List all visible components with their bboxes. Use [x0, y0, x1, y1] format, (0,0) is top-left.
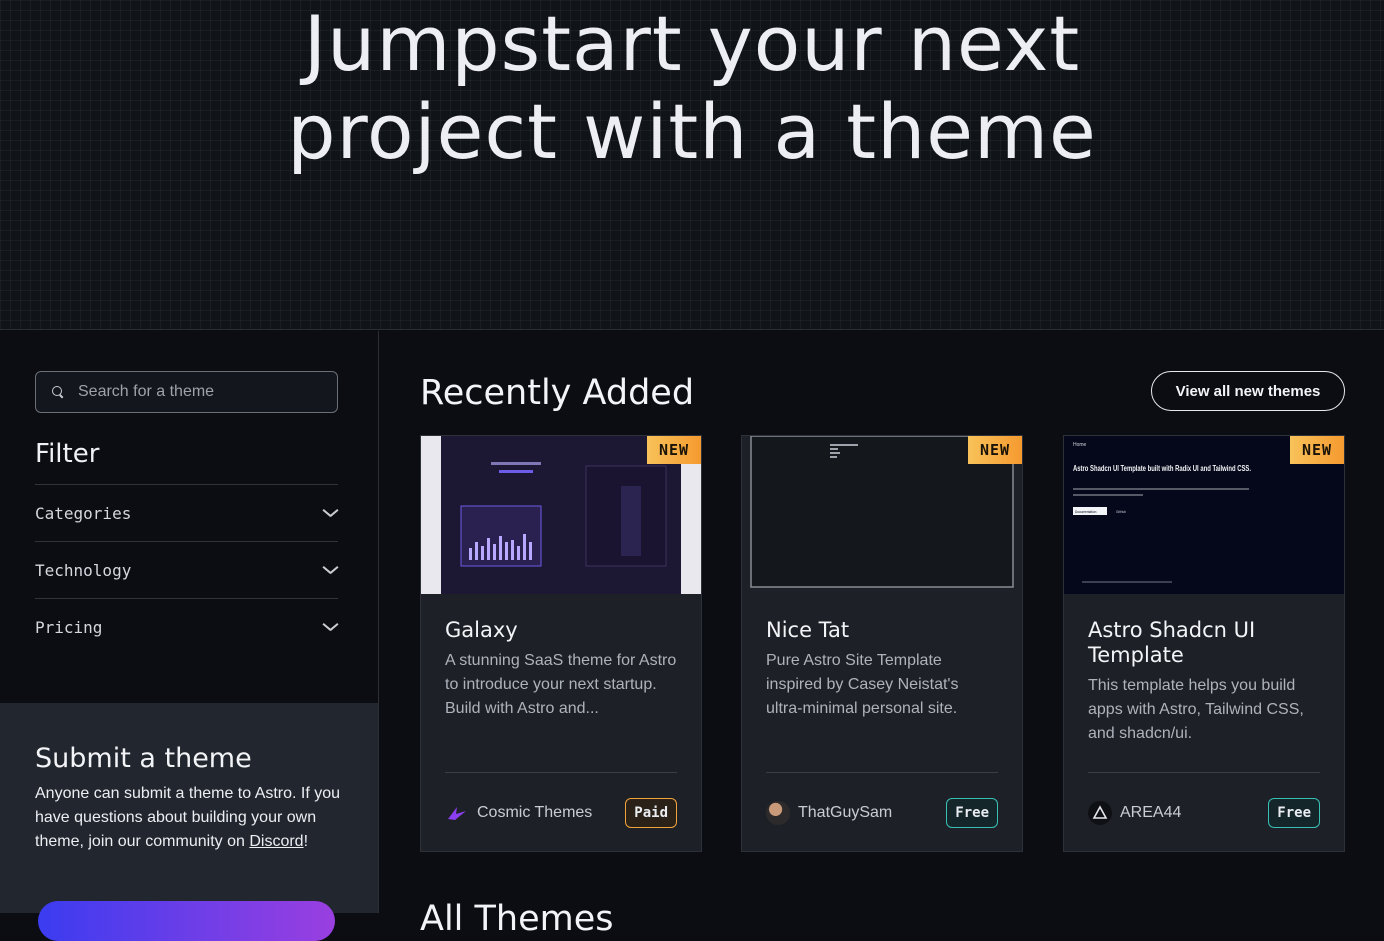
thatguysam-avatar-icon: [766, 800, 790, 825]
section-title: Recently Added: [420, 373, 695, 413]
theme-card-galaxy[interactable]: NEW Galaxy A stunning SaaS theme for Ast…: [420, 435, 702, 852]
theme-card-astro-shadcn[interactable]: Home Astro Shadcn UI Template built with…: [1063, 435, 1345, 852]
price-badge: Paid: [625, 797, 677, 828]
author-name: AREA44: [1120, 803, 1182, 821]
card-description: Pure Astro Site Template inspired by Cas…: [766, 652, 959, 717]
card-title[interactable]: Astro Shadcn UI Template: [1088, 618, 1320, 668]
submit-theme-punct: !: [303, 833, 309, 850]
card-author[interactable]: ThatGuySam: [766, 800, 893, 825]
card-footer: AREA44 Free: [1088, 772, 1320, 852]
card-author[interactable]: AREA44: [1088, 800, 1182, 825]
card-footer: ThatGuySam Free: [766, 772, 998, 852]
card-body: Nice Tat Pure Astro Site Template inspir…: [742, 594, 1022, 853]
card-description: This template helps you build apps with …: [1088, 677, 1304, 742]
area44-triangle-icon: [1088, 800, 1112, 825]
thumb-btn1-text: Documentation: [1075, 510, 1097, 514]
submit-theme-text: Anyone can submit a theme to Astro. If y…: [35, 782, 343, 854]
card-body: Galaxy A stunning SaaS theme for Astro t…: [421, 594, 701, 853]
filter-label: Technology: [35, 560, 132, 580]
chevron-down-icon: [322, 508, 338, 518]
chevron-down-icon: [322, 622, 338, 632]
author-name: ThatGuySam: [798, 803, 893, 821]
price-badge: Free: [946, 797, 998, 828]
hero: Jumpstart your next project with a theme: [0, 0, 1384, 330]
card-author[interactable]: Cosmic Themes: [445, 801, 592, 825]
cosmic-themes-logo-icon: [448, 806, 466, 820]
hero-title-line-1: Jumpstart your next: [303, 0, 1081, 88]
sidebar: Filter Categories Technology Pricing Sub…: [0, 331, 379, 941]
thumb-nav-text: Home: [1073, 442, 1087, 448]
filter-label: Pricing: [35, 617, 103, 637]
submit-theme-panel: Submit a theme Anyone can submit a theme…: [0, 703, 378, 941]
search-icon: [52, 386, 64, 398]
chevron-down-icon: [322, 565, 338, 575]
theme-card-nice-tat[interactable]: NEW Nice Tat Pure Astro Site Template in…: [741, 435, 1023, 852]
card-title[interactable]: Nice Tat: [766, 618, 998, 643]
price-badge: Free: [1268, 797, 1320, 828]
search-box[interactable]: [35, 371, 338, 413]
hero-title-line-2: project with a theme: [287, 87, 1097, 176]
theme-thumbnail[interactable]: NEW: [742, 436, 1022, 594]
search-input[interactable]: [78, 383, 318, 401]
card-description: A stunning SaaS theme for Astro to intro…: [445, 652, 677, 717]
filter-technology[interactable]: Technology: [35, 541, 338, 598]
filter-label: Categories: [35, 503, 132, 523]
main-content: Recently Added View all new themes NEW G…: [380, 331, 1384, 939]
new-badge: NEW: [647, 436, 701, 464]
thumb-headline-text: Astro Shadcn UI Template built with Radi…: [1073, 464, 1251, 473]
filter-title: Filter: [35, 439, 100, 469]
discord-link[interactable]: Discord: [249, 833, 303, 850]
filter-list: Categories Technology Pricing: [35, 484, 338, 655]
view-all-new-themes-button[interactable]: View all new themes: [1151, 371, 1345, 411]
new-badge: NEW: [968, 436, 1022, 464]
thumb-btn2-text: GitHub: [1116, 510, 1126, 514]
submit-theme-title: Submit a theme: [35, 743, 252, 774]
card-body: Astro Shadcn UI Template This template h…: [1064, 594, 1344, 853]
all-themes-heading: All Themes: [420, 899, 614, 939]
card-footer: Cosmic Themes Paid: [445, 772, 677, 852]
hero-title: Jumpstart your next project with a theme: [0, 0, 1384, 176]
filter-categories[interactable]: Categories: [35, 484, 338, 541]
filter-pricing[interactable]: Pricing: [35, 598, 338, 655]
theme-thumbnail[interactable]: Home Astro Shadcn UI Template built with…: [1064, 436, 1344, 594]
theme-thumbnail[interactable]: NEW: [421, 436, 701, 594]
new-badge: NEW: [1290, 436, 1344, 464]
author-name: Cosmic Themes: [477, 803, 593, 821]
card-title[interactable]: Galaxy: [445, 618, 677, 643]
submit-theme-button[interactable]: [38, 901, 335, 941]
